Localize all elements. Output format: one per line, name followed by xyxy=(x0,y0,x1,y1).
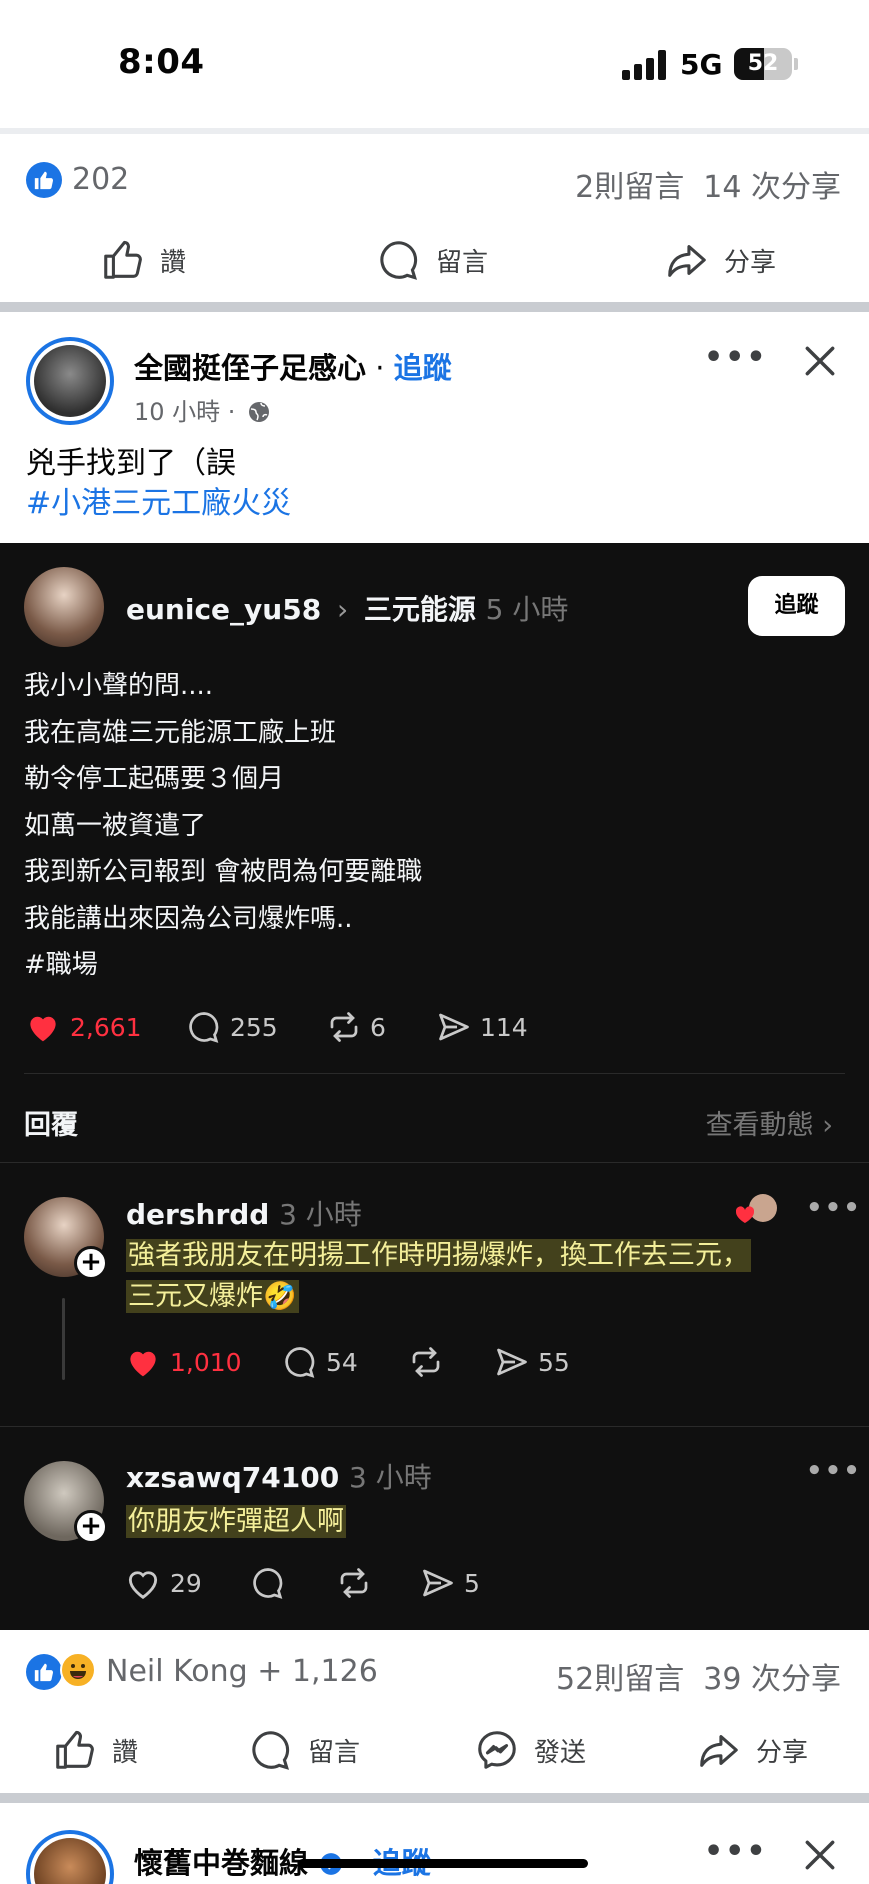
reactions-summary[interactable]: 202 2則留言 14 次分享 xyxy=(0,150,869,210)
threads-post-body: 我小小聲的問.... 我在高雄三元能源工廠上班 勒令停工起碼要３個月 如萬一被資… xyxy=(24,671,423,980)
post-hashtag[interactable]: #小港三元工廠火災 xyxy=(26,484,291,524)
post-separator xyxy=(0,1793,869,1803)
reply-likes: 29 xyxy=(124,1561,202,1605)
threads-author: eunice_yu58 › 三元能源 5 小時 xyxy=(126,593,569,626)
follow-plus-icon: + xyxy=(74,1246,108,1280)
comment-button[interactable]: 留言 xyxy=(248,1710,360,1790)
thumbs-up-icon xyxy=(56,1730,94,1769)
reply-user: xzsawq74100 3 小時 xyxy=(126,1461,432,1494)
share-button[interactable]: 分享 xyxy=(696,1710,808,1790)
repost-icon xyxy=(340,1568,368,1598)
reply-comments: 54 xyxy=(282,1340,358,1384)
threads-follow-button: 追蹤 xyxy=(748,576,845,636)
comments-shares-count[interactable]: 2則留言 14 次分享 xyxy=(575,162,841,206)
close-icon[interactable] xyxy=(801,342,839,380)
comments-shares-count[interactable]: 52則留言 39 次分享 xyxy=(556,1654,841,1698)
threads-replies-label: 回覆 xyxy=(24,1110,78,1141)
shared-image-threads[interactable]: eunice_yu58 › 三元能源 5 小時 追蹤 我小小聲的問.... 我在… xyxy=(0,543,869,1630)
send-icon xyxy=(439,1013,469,1041)
threads-divider xyxy=(0,1426,869,1427)
like-button[interactable]: 讚 xyxy=(100,220,186,300)
battery-level: 52 xyxy=(747,51,779,76)
post-actions: 讚 留言 分享 xyxy=(0,220,869,300)
send-icon xyxy=(423,1569,453,1597)
reply-shares: 5 xyxy=(420,1561,480,1605)
messenger-icon xyxy=(478,1731,516,1769)
close-icon[interactable] xyxy=(801,1836,839,1874)
threads-reposts: 6 xyxy=(326,1005,386,1049)
threads-divider xyxy=(24,1073,845,1074)
reactions-summary[interactable]: Neil Kong + 1,126 52則留言 39 次分享 xyxy=(0,1642,869,1702)
reply-comments xyxy=(250,1561,294,1605)
signal-icon xyxy=(622,50,668,80)
reply-user: dershrdd 3 小時 xyxy=(126,1198,362,1231)
reply-text: 你朋友炸彈超人啊 xyxy=(126,1505,346,1538)
share-icon xyxy=(668,245,706,277)
reply-text: 強者我朋友在明揚工作時明揚爆炸，換工作去三元， 三元又爆炸🤣 xyxy=(126,1239,751,1313)
status-bar: 8:04 5G 52 xyxy=(0,0,869,128)
heart-outline-icon xyxy=(128,1571,158,1599)
share-icon xyxy=(700,1735,738,1767)
thumbs-up-icon xyxy=(104,240,142,279)
status-time: 8:04 xyxy=(118,42,205,82)
more-options-icon: ••• xyxy=(806,1193,862,1223)
follow-link[interactable]: 追蹤 xyxy=(394,351,452,385)
more-options-icon[interactable]: ••• xyxy=(704,1834,768,1869)
reply-stats: 1,010 54 55 xyxy=(0,1340,869,1384)
divider xyxy=(0,128,869,134)
battery-tip xyxy=(794,58,798,70)
repost-icon xyxy=(330,1012,358,1042)
reply-likes: 1,010 xyxy=(124,1340,242,1384)
like-count: 202 xyxy=(72,162,130,197)
comment-icon xyxy=(189,1012,219,1043)
threads-divider xyxy=(0,1162,869,1163)
threads-shares: 114 xyxy=(436,1005,528,1049)
comment-icon xyxy=(252,1731,290,1770)
post-actions: 讚 留言 發送 分享 xyxy=(0,1710,869,1790)
reply-repost xyxy=(408,1340,452,1384)
reply-stats: 29 5 xyxy=(0,1561,869,1605)
globe-icon xyxy=(249,402,270,422)
haha-reaction-icon xyxy=(60,1652,96,1688)
send-button[interactable]: 發送 xyxy=(474,1710,586,1790)
page-avatar[interactable] xyxy=(26,337,114,425)
heart-filled-icon xyxy=(130,1351,156,1377)
home-indicator[interactable] xyxy=(298,1859,588,1868)
like-reaction-icon xyxy=(26,1654,62,1690)
threads-author-avatar xyxy=(24,567,104,647)
threads-comments: 255 xyxy=(186,1005,278,1049)
comment-icon xyxy=(285,1347,315,1378)
reactors-summary: Neil Kong + 1,126 xyxy=(106,1654,378,1689)
like-button[interactable]: 讚 xyxy=(52,1710,138,1790)
post-separator xyxy=(0,302,869,312)
more-options-icon[interactable]: ••• xyxy=(704,340,768,375)
threads-post-stats: 2,661 255 6 114 xyxy=(0,1005,869,1049)
more-options-icon: ••• xyxy=(806,1456,862,1486)
share-button[interactable]: 分享 xyxy=(664,220,776,300)
send-icon xyxy=(497,1348,527,1376)
page-avatar[interactable] xyxy=(26,1830,114,1884)
follow-plus-icon: + xyxy=(74,1510,108,1544)
repost-icon xyxy=(412,1347,440,1377)
post-author[interactable]: 全國挺侄子足感心 · 追蹤 xyxy=(134,345,452,387)
comment-icon xyxy=(253,1568,283,1599)
like-reaction-icon xyxy=(26,162,62,198)
reply-repost xyxy=(336,1561,380,1605)
author-liked-icon xyxy=(733,1193,781,1231)
post-text: 兇手找到了（誤 xyxy=(26,446,236,481)
threads-view-activity: 查看動態 › xyxy=(705,1110,833,1141)
post-time: 10 小時 · xyxy=(134,392,271,427)
network-type: 5G xyxy=(680,48,723,81)
comment-icon xyxy=(380,241,418,280)
threads-likes: 2,661 xyxy=(24,1005,142,1049)
battery-icon: 52 xyxy=(734,48,792,80)
heart-filled-icon xyxy=(30,1016,56,1042)
reply-shares: 55 xyxy=(494,1340,570,1384)
comment-button[interactable]: 留言 xyxy=(376,220,488,300)
